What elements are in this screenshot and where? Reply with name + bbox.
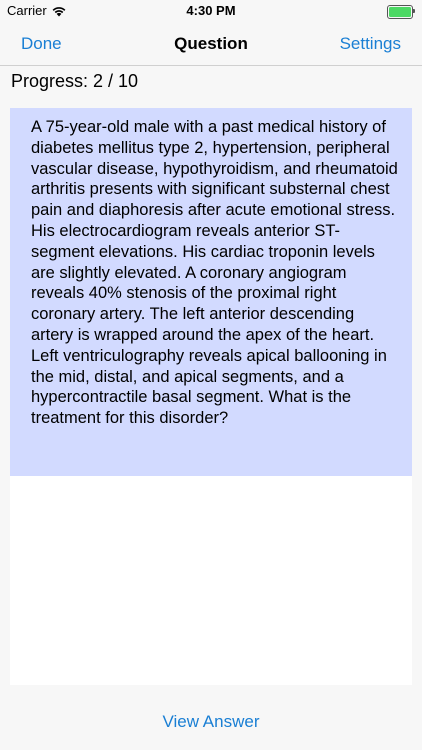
battery-fill (389, 7, 411, 17)
progress-label: Progress: 2 / 10 (11, 71, 139, 91)
status-bar: Carrier 4:30 PM (0, 0, 422, 22)
content-area[interactable]: A 75-year-old male with a past medical h… (10, 108, 412, 685)
battery-tip (413, 9, 415, 13)
question-text: A 75-year-old male with a past medical h… (10, 108, 412, 476)
settings-button[interactable]: Settings (340, 34, 401, 54)
battery-body (387, 5, 413, 19)
navigation-bar: Done Question Settings (0, 22, 422, 66)
battery-icon (387, 5, 415, 19)
status-time: 4:30 PM (186, 3, 236, 18)
view-answer-button[interactable]: View Answer (0, 712, 422, 732)
